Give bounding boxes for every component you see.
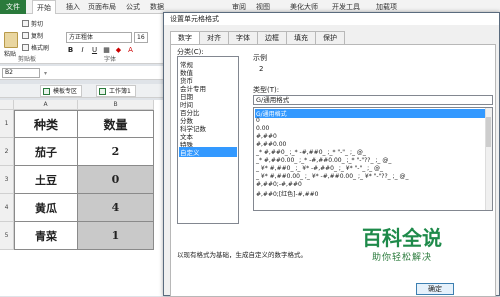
format-list-scrollbar[interactable]: [485, 108, 492, 210]
format-item[interactable]: #,##0;-#,##0: [256, 181, 302, 188]
tab-file[interactable]: 文件: [0, 0, 26, 14]
doc-tab-templates-label: 模板专区: [53, 88, 78, 95]
format-painter-label: 格式刷: [31, 45, 50, 52]
cell-b2[interactable]: 2: [78, 138, 154, 166]
font-color-icon[interactable]: A: [126, 46, 135, 54]
tab-developer[interactable]: 开发工具: [332, 2, 360, 12]
spreadsheet-grid: A B 1 2 3 4 5 种类 数量 茄子 2 土豆 0 黄瓜 4 青菜 1: [0, 100, 170, 296]
format-item[interactable]: _* #,##0_ ;_* -#,##0_ ;_* "-"_ ;_ @_: [256, 149, 366, 156]
cell-a2[interactable]: 茄子: [14, 138, 78, 166]
format-item[interactable]: 0.00: [256, 125, 269, 132]
cell-a5[interactable]: 青菜: [14, 222, 78, 250]
tab-view[interactable]: 视图: [256, 2, 270, 12]
format-item[interactable]: 0: [256, 117, 260, 124]
format-description: 以现有格式为基础，生成自定义的数字格式。: [177, 251, 307, 259]
row-header-1[interactable]: 1: [0, 110, 14, 138]
sample-label: 示例: [253, 54, 267, 62]
dialog-title: 设置单元格格式: [164, 13, 499, 25]
format-item[interactable]: _* #,##0.00_ ;_* -#,##0.00_ ;_* "-"??_ ;…: [256, 157, 391, 164]
format-painter-button[interactable]: 格式刷: [22, 43, 49, 52]
column-header-b[interactable]: B: [78, 100, 154, 110]
cell-b3[interactable]: 0: [78, 166, 154, 194]
category-list[interactable]: 常规 数值 货币 会计专用 日期 时间 百分比 分数 科学记数 文本 特殊 自定…: [177, 56, 239, 224]
copy-icon: [22, 32, 29, 39]
tab-addins[interactable]: 加载项: [376, 2, 397, 12]
type-label: 类型(T):: [253, 86, 280, 94]
tab-alignment[interactable]: 对齐: [199, 31, 229, 44]
cut-label: 剪切: [31, 21, 44, 28]
sample-value: 2: [259, 65, 264, 73]
format-item-selected[interactable]: G/通用格式: [255, 109, 491, 118]
font-group-label: 字体: [104, 56, 117, 63]
row-header-2[interactable]: 2: [0, 138, 14, 166]
format-buttons: B I U ▦ ◆ A: [66, 46, 135, 54]
doc-tab-templates[interactable]: 模板专区: [40, 85, 83, 97]
border-icon[interactable]: ▦: [102, 46, 111, 54]
bold-icon[interactable]: B: [66, 46, 75, 54]
scrollbar-thumb[interactable]: [486, 117, 491, 147]
doc-tab-workbook1[interactable]: 工作簿1: [96, 85, 136, 97]
tab-font[interactable]: 字体: [228, 31, 258, 44]
fill-color-icon[interactable]: ◆: [114, 46, 123, 54]
watermark-main-text: 百科全说: [362, 226, 442, 250]
tab-fill[interactable]: 填充: [286, 31, 316, 44]
cell-a1[interactable]: 种类: [14, 110, 78, 138]
excel-icon: [99, 88, 106, 95]
font-name-select[interactable]: 方正粗体: [66, 32, 132, 43]
cell-b1[interactable]: 数量: [78, 110, 154, 138]
ok-button[interactable]: 确定: [416, 283, 454, 295]
cell-b4[interactable]: 4: [78, 194, 154, 222]
tab-border[interactable]: 边框: [257, 31, 287, 44]
cell-a3[interactable]: 土豆: [14, 166, 78, 194]
format-item[interactable]: #,##0;[红色]-#,##0: [256, 189, 318, 198]
tab-formulas[interactable]: 公式: [126, 2, 140, 12]
dialog-tabs: 数字 对齐 字体 边框 填充 保护: [170, 31, 345, 45]
clipboard-group-label: 剪贴板: [18, 56, 37, 63]
format-item[interactable]: #,##0: [256, 133, 277, 140]
tab-data[interactable]: 数据: [150, 2, 164, 12]
template-icon: [43, 88, 50, 95]
tab-insert[interactable]: 插入: [66, 2, 80, 12]
paste-button[interactable]: 粘贴: [4, 49, 16, 58]
format-item[interactable]: #,##0.00: [256, 141, 286, 148]
category-item-selected[interactable]: 自定义: [179, 147, 237, 157]
select-all-corner[interactable]: [0, 100, 14, 110]
watermark-sub-text: 助你轻松解决: [372, 253, 433, 263]
tab-review[interactable]: 审阅: [232, 2, 246, 12]
row-header-5[interactable]: 5: [0, 222, 14, 250]
row-header-3[interactable]: 3: [0, 166, 14, 194]
tab-page-layout[interactable]: 页面布局: [88, 2, 116, 12]
name-box[interactable]: B2: [2, 68, 40, 78]
name-box-dropdown-icon[interactable]: ▾: [44, 70, 47, 77]
cell-b5[interactable]: 1: [78, 222, 154, 250]
underline-icon[interactable]: U: [90, 46, 99, 54]
tab-protection[interactable]: 保护: [315, 31, 345, 44]
brush-icon: [22, 44, 29, 51]
cell-a4[interactable]: 黄瓜: [14, 194, 78, 222]
watermark-logo: 百科全说 助你轻松解决: [362, 222, 472, 272]
cut-button[interactable]: 剪切: [22, 19, 43, 28]
format-item[interactable]: _ ¥* #,##0_ ;_ ¥* -#,##0_ ;_ ¥* "-"_ ;_ …: [256, 165, 383, 172]
column-header-a[interactable]: A: [14, 100, 78, 110]
format-item[interactable]: _ ¥* #,##0.00_ ;_ ¥* -#,##0.00_ ;_ ¥* "-…: [256, 173, 409, 180]
copy-button[interactable]: 复制: [22, 31, 43, 40]
font-size-select[interactable]: 16: [134, 32, 148, 43]
doc-tab-workbook1-label: 工作簿1: [109, 88, 131, 95]
tab-beautify[interactable]: 美化大师: [290, 2, 318, 12]
type-input[interactable]: G/通用格式: [253, 95, 493, 105]
tab-home[interactable]: 开始: [32, 0, 56, 14]
format-list[interactable]: G/通用格式 0 0.00 #,##0 #,##0.00 _* #,##0_ ;…: [253, 107, 493, 211]
tab-number[interactable]: 数字: [170, 31, 200, 45]
row-header-4[interactable]: 4: [0, 194, 14, 222]
paste-icon[interactable]: [4, 32, 18, 48]
copy-label: 复制: [31, 33, 44, 40]
scissors-icon: [22, 20, 29, 27]
italic-icon[interactable]: I: [78, 46, 87, 54]
